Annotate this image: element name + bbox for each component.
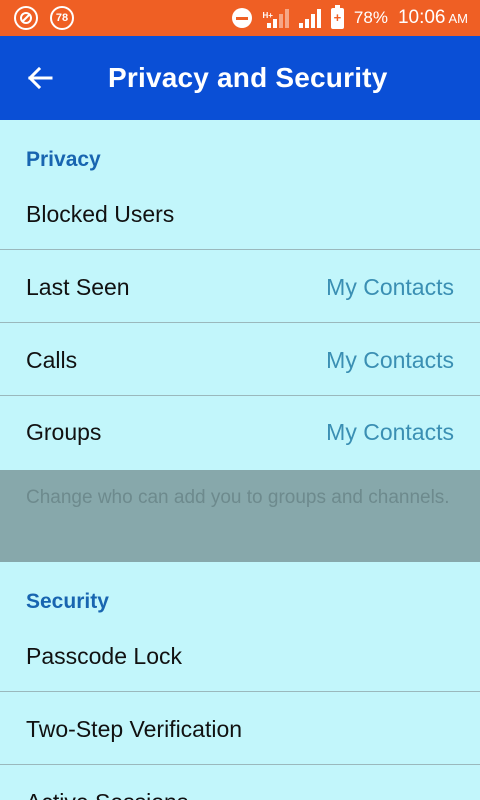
mobile-data-signal-icon: H+ — [262, 8, 289, 28]
row-label: Active Sessions — [26, 789, 188, 800]
battery-charging-icon — [330, 4, 344, 29]
groups-row[interactable]: Groups My Contacts — [0, 396, 480, 469]
row-label: Blocked Users — [26, 201, 175, 227]
two-step-verification-row[interactable]: Two-Step Verification — [0, 693, 480, 766]
divider — [0, 322, 480, 323]
privacy-section-header: Privacy — [26, 148, 101, 171]
row-value: My Contacts — [326, 419, 454, 445]
divider — [0, 691, 480, 692]
blocked-users-row[interactable]: Blocked Users — [0, 178, 480, 251]
clock: 10:06 AM — [397, 7, 468, 28]
row-value: My Contacts — [326, 274, 454, 300]
row-value: My Contacts — [326, 347, 454, 373]
row-label: Groups — [26, 419, 102, 445]
back-arrow-icon — [27, 67, 53, 89]
security-section-header: Security — [26, 590, 109, 613]
divider — [0, 249, 480, 250]
battery-percent: 78% — [353, 8, 388, 27]
row-label: Last Seen — [26, 274, 130, 300]
notification-count-icon: 78 — [50, 6, 74, 30]
app-bar: Privacy and Security — [0, 36, 480, 120]
row-label: Calls — [26, 347, 78, 373]
back-button[interactable] — [20, 58, 60, 98]
active-sessions-row[interactable]: Active Sessions — [0, 766, 480, 800]
row-label: Passcode Lock — [26, 643, 182, 669]
calls-row[interactable]: Calls My Contacts — [0, 324, 480, 397]
divider — [0, 764, 480, 765]
passcode-lock-row[interactable]: Passcode Lock — [0, 620, 480, 693]
cell-signal-icon — [298, 8, 321, 28]
do-not-disturb-icon — [232, 8, 253, 28]
page-title: Privacy and Security — [108, 62, 388, 93]
blocked-app-icon — [14, 6, 38, 30]
row-label: Two-Step Verification — [26, 716, 243, 742]
status-bar: 78 H+ 78% 10:06AM — [0, 0, 480, 36]
groups-info-box: Change who can add you to groups and cha… — [0, 470, 480, 562]
info-text: Change who can add you to groups and cha… — [26, 487, 450, 508]
last-seen-row[interactable]: Last Seen My Contacts — [0, 251, 480, 324]
